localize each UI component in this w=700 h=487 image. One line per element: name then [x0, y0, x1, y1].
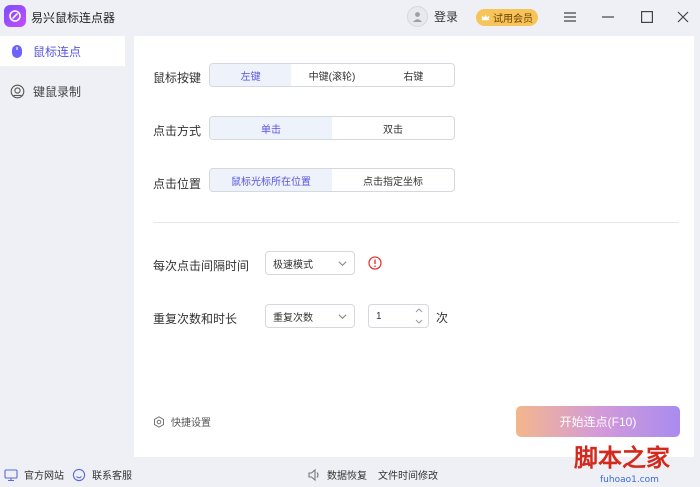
mouse-button-selector: 左键 中键(滚轮) 右键 [209, 63, 455, 87]
click-mode-selector: 单击 双击 [209, 116, 455, 140]
section-divider [153, 222, 679, 223]
chevron-up-icon[interactable] [415, 307, 423, 313]
warning-icon[interactable] [368, 256, 382, 270]
repeat-count-value: 1 [376, 310, 382, 322]
file-time-link[interactable]: 文件时间修改 [378, 467, 438, 482]
close-icon[interactable] [675, 9, 691, 25]
sidebar-item-label: 键鼠录制 [33, 84, 82, 99]
chevron-down-icon[interactable] [415, 319, 423, 325]
option-right-button[interactable]: 右键 [373, 64, 454, 86]
repeat-unit: 次 [436, 311, 449, 325]
official-website-link[interactable]: 官方网站 [4, 467, 64, 482]
avatar-icon [407, 6, 428, 27]
repeat-label: 重复次数和时长 [153, 312, 238, 326]
option-middle-button[interactable]: 中键(滚轮) [291, 64, 372, 86]
option-specified-coordinates[interactable]: 点击指定坐标 [332, 169, 454, 191]
hotkey-settings-label: 快捷设置 [171, 418, 211, 429]
contact-support-label: 联系客服 [92, 471, 132, 482]
interval-label: 每次点击间隔时间 [153, 259, 250, 273]
minimize-icon[interactable] [600, 9, 616, 25]
crown-icon [481, 14, 490, 21]
chevron-down-icon [338, 314, 347, 320]
repeat-mode-value: 重复次数 [273, 312, 313, 324]
mouse-button-label: 鼠标按键 [153, 71, 202, 85]
chevron-down-icon [338, 261, 347, 267]
start-clicking-button[interactable]: 开始连点(F10) [516, 406, 680, 437]
footer: 官方网站 联系客服 数据恢复 文件时间修改 [0, 462, 700, 487]
monitor-icon [4, 468, 18, 481]
interval-dropdown[interactable]: 极速模式 [265, 251, 355, 275]
title-bar: 易兴鼠标连点器 登录 试用会员 [0, 0, 700, 34]
menu-icon[interactable] [562, 9, 578, 25]
record-icon [9, 83, 25, 99]
vip-badge[interactable]: 试用会员 [476, 9, 538, 26]
repeat-count-stepper[interactable]: 1 [368, 304, 429, 328]
settings-icon [154, 415, 164, 428]
contact-support-link[interactable]: 联系客服 [72, 467, 132, 482]
data-recovery-link[interactable]: 数据恢复 [307, 467, 367, 482]
maximize-icon[interactable] [639, 9, 655, 25]
click-mode-label: 点击方式 [153, 124, 202, 138]
click-position-label: 点击位置 [153, 177, 202, 191]
mouse-icon [9, 43, 25, 59]
click-position-selector: 鼠标光标所在位置 点击指定坐标 [209, 168, 455, 192]
option-left-button[interactable]: 左键 [210, 64, 292, 86]
option-double-click[interactable]: 双击 [332, 117, 454, 139]
repeat-mode-dropdown[interactable]: 重复次数 [265, 304, 355, 328]
option-single-click[interactable]: 单击 [210, 117, 332, 139]
interval-value: 极速模式 [273, 259, 313, 271]
data-recovery-label: 数据恢复 [327, 471, 367, 482]
sidebar-item-record[interactable]: 键鼠录制 [0, 76, 130, 106]
app-title: 易兴鼠标连点器 [31, 11, 116, 25]
file-time-label: 文件时间修改 [378, 471, 438, 482]
hotkey-settings-button[interactable]: 快捷设置 [153, 414, 211, 429]
login-button[interactable]: 登录 [407, 6, 458, 27]
login-label: 登录 [434, 10, 459, 24]
official-website-label: 官方网站 [24, 471, 64, 482]
vip-label: 试用会员 [493, 14, 533, 25]
app-logo-icon [4, 5, 26, 27]
speaker-icon [308, 468, 319, 481]
sidebar: 鼠标连点 键鼠录制 [0, 36, 130, 116]
sidebar-item-label: 鼠标连点 [33, 44, 82, 59]
option-cursor-position[interactable]: 鼠标光标所在位置 [210, 169, 332, 191]
main-panel: 鼠标按键 左键 中键(滚轮) 右键 点击方式 单击 双击 点击位置 鼠标光标所在… [134, 36, 694, 457]
headset-icon [72, 468, 86, 481]
sidebar-item-mouse-click[interactable]: 鼠标连点 [0, 36, 125, 66]
